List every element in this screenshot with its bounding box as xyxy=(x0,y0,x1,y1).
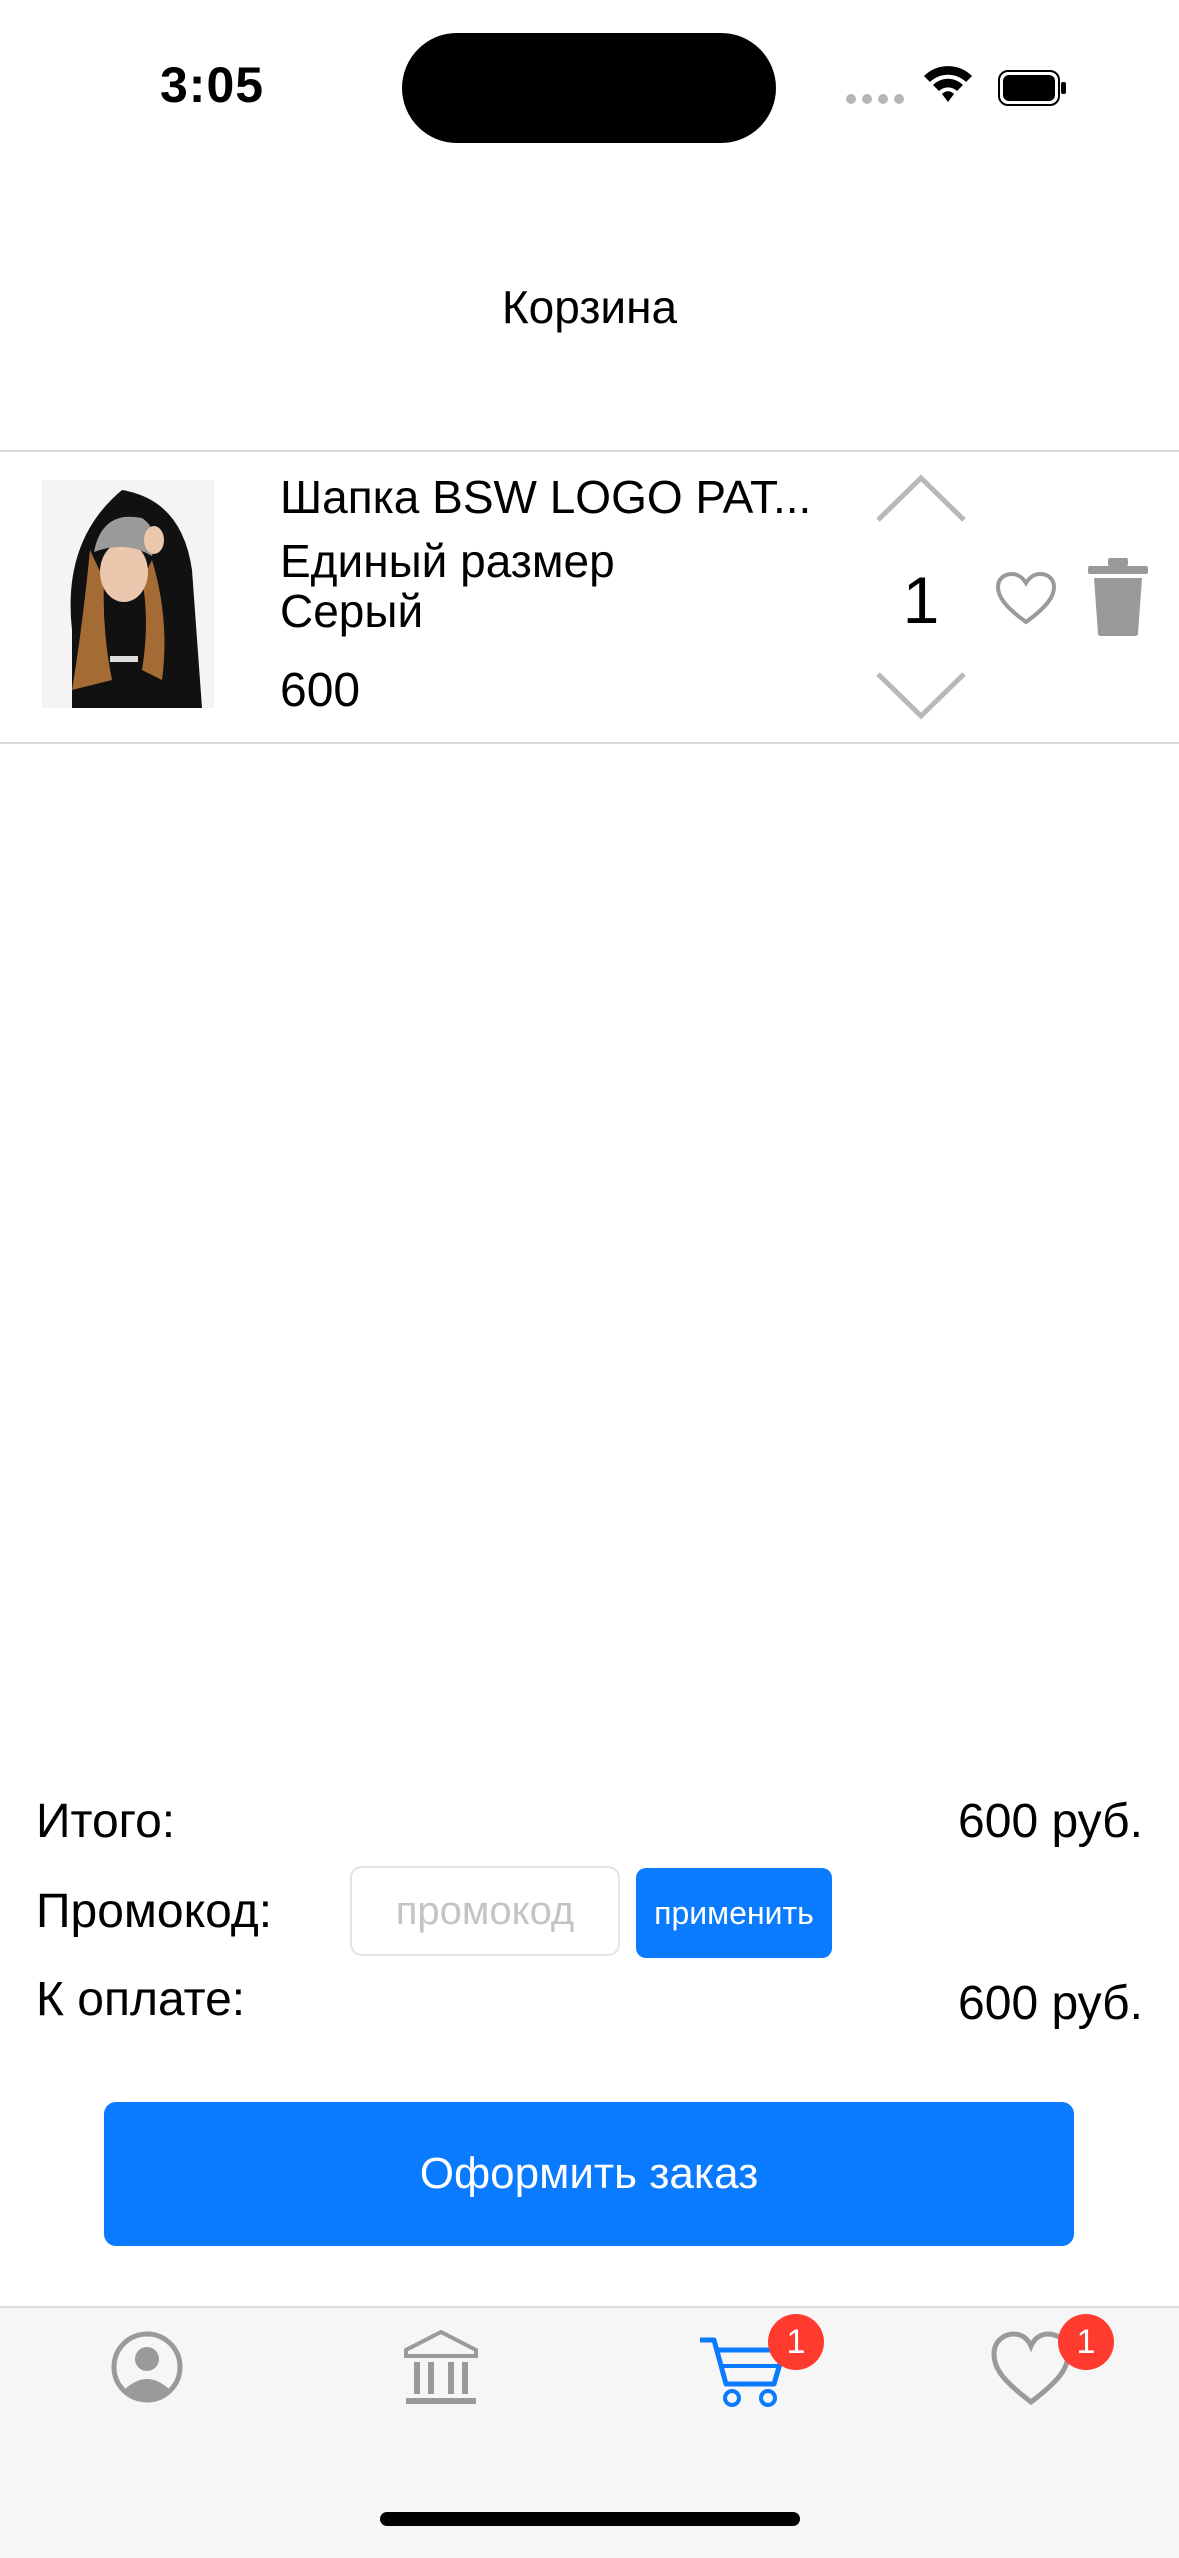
checkout-button[interactable]: Оформить заказ xyxy=(104,2102,1074,2246)
cart-badge: 1 xyxy=(768,2314,824,2370)
quantity-decrease-chevron-down-icon[interactable] xyxy=(874,664,968,724)
quantity-increase-chevron-up-icon[interactable] xyxy=(874,470,968,530)
page-title: Корзина xyxy=(501,281,678,333)
divider xyxy=(0,742,1179,744)
pay-label: К оплате: xyxy=(36,1973,246,2026)
promo-label: Промокод: xyxy=(36,1885,273,1938)
divider xyxy=(0,450,1179,452)
promo-code-input[interactable] xyxy=(350,1866,620,1956)
total-label: Итого: xyxy=(36,1795,176,1848)
wifi-icon xyxy=(924,66,972,102)
battery-icon xyxy=(998,70,1066,106)
apply-promo-button[interactable]: применить xyxy=(636,1868,832,1958)
trash-icon[interactable] xyxy=(1088,558,1148,636)
product-size: Единый размер xyxy=(280,535,615,587)
catalog-icon[interactable] xyxy=(396,2322,486,2412)
total-value: 600 руб. xyxy=(958,1795,1143,1848)
home-indicator xyxy=(380,2512,800,2526)
quantity-value: 1 xyxy=(902,563,940,637)
favorites-badge: 1 xyxy=(1058,2314,1114,2370)
pay-value: 600 руб. xyxy=(958,1977,1143,2030)
status-time: 3:05 xyxy=(160,57,265,113)
signal-dots-icon xyxy=(846,94,904,104)
dynamic-island xyxy=(402,33,776,143)
product-image[interactable] xyxy=(42,480,214,708)
product-price: 600 xyxy=(280,664,361,717)
product-color: Серый xyxy=(280,585,424,637)
profile-icon[interactable] xyxy=(102,2322,192,2412)
product-name[interactable]: Шапка BSW LOGO PAT... xyxy=(280,470,860,524)
favorite-heart-icon[interactable] xyxy=(994,570,1058,626)
